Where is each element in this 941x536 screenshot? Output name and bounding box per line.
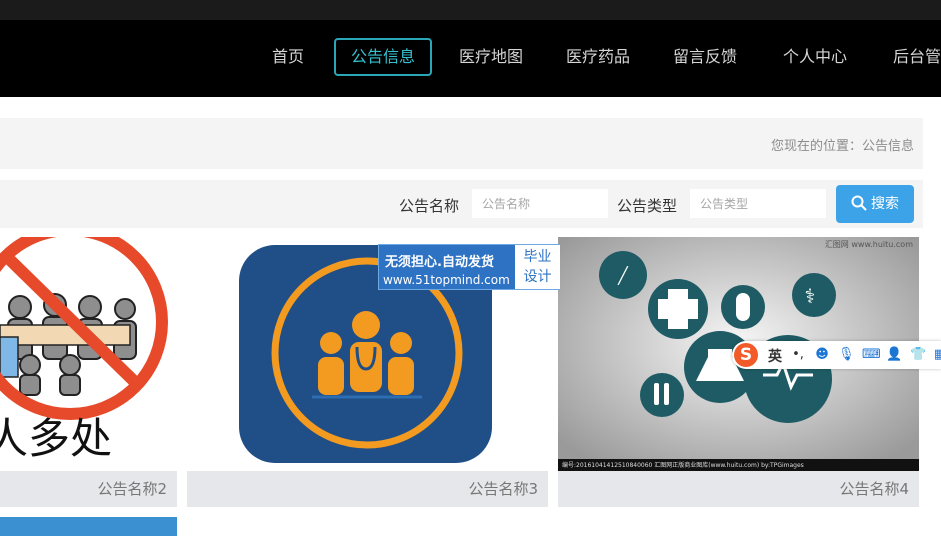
- type-search-input[interactable]: [690, 189, 826, 218]
- ime-toolbar[interactable]: S 英 •, ☻ 🎙 ⌨ 👤 👕 ▦: [732, 341, 941, 369]
- search-button-label: 搜索: [871, 196, 899, 212]
- microphone-icon[interactable]: 🎙: [838, 347, 855, 363]
- ime-language-toggle[interactable]: 英: [768, 346, 782, 366]
- card-caption: 公告名称4: [558, 471, 919, 507]
- nav-medical-map[interactable]: 医疗地图: [459, 38, 523, 76]
- image-watermark-top: 汇图网 www.huitu.com: [824, 240, 913, 249]
- top-strip: [0, 0, 941, 20]
- search-bar: 公告名称 公告类型 搜索: [0, 180, 923, 228]
- nav-user-center[interactable]: 个人中心: [783, 38, 847, 76]
- svg-text:⚕: ⚕: [805, 284, 816, 308]
- card-caption: 公告名称2: [0, 471, 177, 507]
- skin-icon[interactable]: 👕: [910, 347, 926, 363]
- card-caption: 公告名称3: [187, 471, 548, 507]
- ime-logo[interactable]: S: [734, 343, 758, 367]
- svg-text:╱: ╱: [617, 266, 629, 285]
- breadcrumb: 您现在的位置：公告信息: [0, 118, 923, 169]
- nav-admin[interactable]: 后台管: [893, 38, 941, 76]
- search-button[interactable]: 搜索: [836, 185, 914, 223]
- watermark-line1: 无须担心.自动发货: [385, 255, 494, 270]
- next-row-card-image[interactable]: [0, 517, 177, 536]
- navbar: 首页 公告信息 医疗地图 医疗药品 留言反馈 个人中心 后台管: [0, 20, 941, 97]
- search-icon: [851, 195, 867, 211]
- card-image-text: 人多处: [0, 414, 113, 463]
- toolbox-icon[interactable]: ▦: [932, 347, 941, 363]
- nav-announcements[interactable]: 公告信息: [334, 38, 433, 76]
- nav-medicines[interactable]: 医疗药品: [566, 38, 630, 76]
- watermark-banner: 无须担心.自动发货 www.51topmind.com 毕业 设计: [378, 244, 560, 290]
- watermark-badge-line2: 设计: [523, 269, 552, 285]
- image-watermark-bottom: 编号:20161041412510840060 汇图网正版商业图库(www.hu…: [562, 462, 804, 469]
- emoji-icon[interactable]: ☻: [814, 347, 830, 363]
- nav-feedback[interactable]: 留言反馈: [673, 38, 737, 76]
- watermark-badge-line1: 毕业: [523, 249, 552, 265]
- watermark-badge: 毕业 设计: [515, 245, 560, 289]
- announcement-card[interactable]: 人多处 公告名称2: [0, 237, 177, 507]
- type-label: 公告类型: [617, 197, 678, 215]
- watermark-line2: www.51topmind.com: [383, 273, 510, 287]
- punctuation-icon[interactable]: •,: [790, 347, 806, 363]
- user-icon[interactable]: 👤: [886, 347, 902, 363]
- name-label: 公告名称: [399, 197, 460, 215]
- announcement-card[interactable]: ⚕ ╱ 汇图网 www.huitu.com 编号:201610414125108…: [558, 237, 919, 507]
- nav-home[interactable]: 首页: [272, 38, 304, 76]
- breadcrumb-text: 您现在的位置：公告信息: [770, 139, 914, 154]
- name-search-input[interactable]: [472, 189, 608, 218]
- keyboard-icon[interactable]: ⌨: [862, 347, 881, 363]
- card-image-crowd: 人多处: [0, 237, 177, 471]
